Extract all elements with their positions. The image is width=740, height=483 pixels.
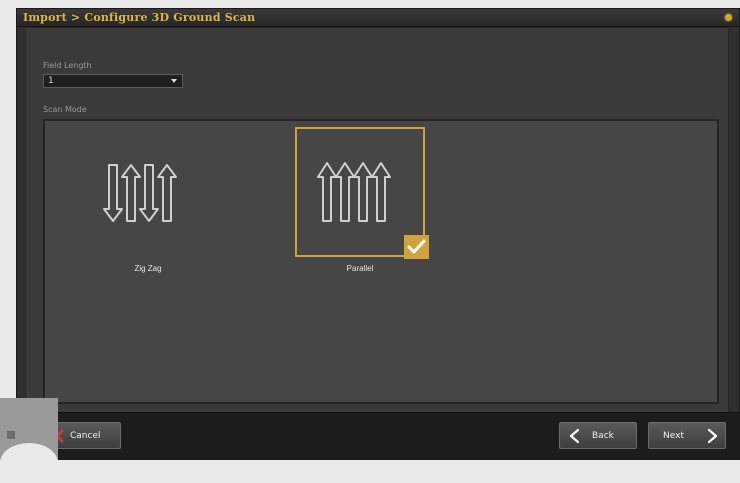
chevron-right-icon	[707, 428, 718, 444]
selected-check-icon	[404, 235, 429, 259]
scan-mode-zigzag-option[interactable]	[83, 127, 213, 257]
field-length-select[interactable]: 1	[43, 74, 183, 88]
title-bar: Import > Configure 3D Ground Scan	[17, 9, 739, 27]
back-button-label: Back	[592, 431, 614, 441]
chevron-down-icon	[171, 79, 177, 83]
field-length-label: Field Length	[43, 61, 92, 70]
scan-mode-parallel-label: Parallel	[346, 264, 374, 273]
zigzag-arrows-icon	[103, 164, 177, 222]
status-dot-icon	[725, 14, 732, 21]
scan-mode-label: Scan Mode	[43, 105, 87, 114]
back-button[interactable]: Back	[559, 422, 637, 449]
window-title: Import > Configure 3D Ground Scan	[23, 11, 256, 24]
field-length-value: 1	[48, 76, 54, 86]
configure-scan-window: Import > Configure 3D Ground Scan Field …	[16, 8, 740, 460]
scan-mode-panel: Zig Zag Parallel	[43, 119, 719, 404]
content-area: Field Length 1 Scan Mode Zig Zag Paralle…	[25, 27, 729, 415]
chevron-left-icon	[569, 428, 580, 444]
next-button-label: Next	[663, 431, 684, 441]
footer-bar: Cancel Back Next	[17, 412, 739, 459]
decorative-corner-dot	[7, 431, 15, 439]
cancel-button-label: Cancel	[70, 431, 101, 441]
decorative-corner-arc	[0, 443, 58, 483]
next-button[interactable]: Next	[648, 422, 726, 449]
scan-mode-zigzag-label: Zig Zag	[134, 264, 162, 273]
